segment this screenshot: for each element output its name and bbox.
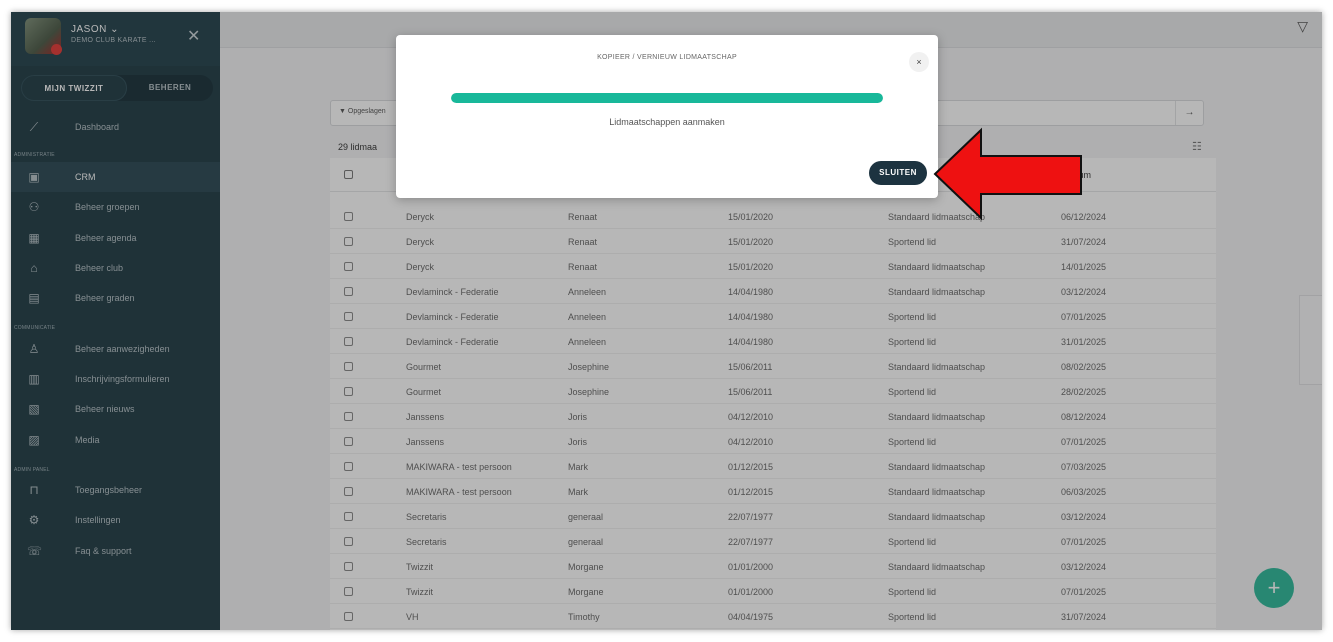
- annotation-arrow: [933, 127, 1082, 221]
- progress-bar: [451, 93, 883, 103]
- dialog-title: KOPIEER / VERNIEUW LIDMAATSCHAP: [597, 54, 737, 61]
- dialog-close-button[interactable]: ×: [909, 52, 929, 72]
- sluiten-button[interactable]: SLUITEN: [869, 161, 927, 185]
- progress-fill: [451, 93, 883, 103]
- progress-message: Lidmaatschappen aanmaken: [609, 117, 725, 127]
- copy-membership-dialog: KOPIEER / VERNIEUW LIDMAATSCHAP × Lidmaa…: [396, 35, 938, 198]
- app-window: JASON ⌄ DEMO CLUB KARATE ... ✕ MIJN TWIZ…: [11, 12, 1322, 630]
